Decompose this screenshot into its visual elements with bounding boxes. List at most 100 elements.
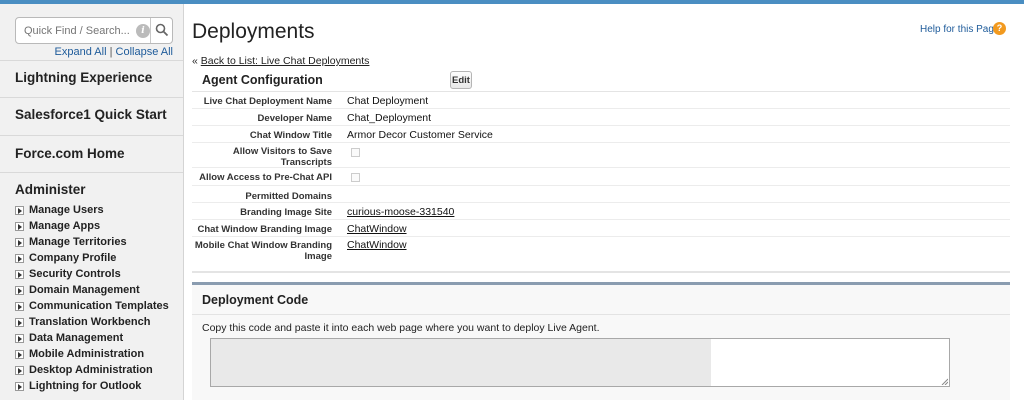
expand-triangle-icon[interactable]	[15, 205, 24, 215]
panel-title: Deployment Code	[202, 293, 309, 307]
expand-triangle-icon[interactable]	[15, 237, 24, 247]
sidebar-item-translation-workbench[interactable]: Translation Workbench	[15, 314, 183, 330]
back-to-list-link[interactable]: Back to List: Live Chat Deployments	[201, 55, 370, 67]
detail-row: Chat Window Branding Image ChatWindow	[192, 220, 1010, 237]
sidebar-section-administer: Administer	[0, 172, 183, 202]
agent-configuration-panel: Agent Configuration Edit Live Chat Deplo…	[192, 68, 1010, 273]
back-prefix: «	[192, 55, 198, 67]
sidebar-item-label: Translation Workbench	[29, 316, 151, 328]
sidebar-item-manage-territories[interactable]: Manage Territories	[15, 234, 183, 250]
sidebar-item-manage-apps[interactable]: Manage Apps	[15, 218, 183, 234]
branding-image-site-link[interactable]: curious-moose-331540	[347, 206, 454, 218]
panel-header: Agent Configuration Edit	[192, 68, 1010, 92]
expand-all-link[interactable]: Expand All	[55, 46, 107, 58]
expand-triangle-icon[interactable]	[15, 285, 24, 295]
detail-value: curious-moose-331540	[347, 206, 454, 218]
breadcrumb: « Back to List: Live Chat Deployments	[192, 55, 369, 67]
detail-value: Chat_Deployment	[347, 112, 432, 124]
sidebar-item-company-profile[interactable]: Company Profile	[15, 250, 183, 266]
deployment-code-panel: Deployment Code Copy this code and paste…	[192, 282, 1010, 400]
expand-triangle-icon[interactable]	[15, 269, 24, 279]
sidebar-item-mobile-administration[interactable]: Mobile Administration	[15, 346, 183, 362]
detail-row: Branding Image Site curious-moose-331540	[192, 203, 1010, 220]
sidebar-item-label: Company Profile	[29, 252, 117, 264]
chat-window-branding-image-link[interactable]: ChatWindow	[347, 223, 407, 235]
sidebar-item-label: Lightning for Outlook	[29, 380, 142, 392]
expand-triangle-icon[interactable]	[15, 381, 24, 391]
info-icon[interactable]: i	[136, 24, 150, 38]
sidebar-item-label: Mobile Administration	[29, 348, 145, 360]
sidebar-item-label: Data Management	[29, 332, 124, 344]
detail-value: ChatWindow	[347, 223, 407, 235]
detail-row: Mobile Chat Window Branding Image ChatWi…	[192, 237, 1010, 263]
detail-value: ChatWindow	[347, 239, 407, 251]
page-title: Deployments	[192, 20, 315, 43]
sidebar-item-lightning-for-outlook[interactable]: Lightning for Outlook	[15, 378, 183, 394]
panel-header: Deployment Code	[192, 285, 1010, 315]
sidebar-item-communication-templates[interactable]: Communication Templates	[15, 298, 183, 314]
expand-triangle-icon[interactable]	[15, 221, 24, 231]
pre-chat-api-checkbox	[351, 173, 360, 182]
sidebar: i Expand All | Collapse All Lightning Ex…	[0, 4, 184, 400]
detail-label: Mobile Chat Window Branding Image	[194, 240, 332, 262]
expand-triangle-icon[interactable]	[15, 317, 24, 327]
help-icon[interactable]: ?	[993, 22, 1006, 35]
detail-label: Live Chat Deployment Name	[203, 96, 332, 107]
save-transcripts-checkbox	[351, 148, 360, 157]
sidebar-item-label: Manage Territories	[29, 236, 127, 248]
expand-triangle-icon[interactable]	[15, 349, 24, 359]
detail-row: Developer Name Chat_Deployment	[192, 109, 1010, 126]
sidebar-item-manage-users[interactable]: Manage Users	[15, 202, 183, 218]
quick-find-input[interactable]	[24, 23, 134, 39]
section-label: Salesforce1 Quick Start	[15, 107, 167, 122]
sidebar-item-label: Communication Templates	[29, 300, 169, 312]
sidebar-section-salesforce1-quick-start[interactable]: Salesforce1 Quick Start	[0, 97, 183, 135]
sidebar-item-label: Domain Management	[29, 284, 140, 296]
section-label: Force.com Home	[15, 146, 125, 161]
deployment-code-textarea[interactable]	[210, 338, 950, 387]
collapse-all-link[interactable]: Collapse All	[116, 46, 173, 58]
administer-list: Manage Users Manage Apps Manage Territor…	[15, 202, 183, 394]
detail-value: Armor Decor Customer Service	[347, 129, 493, 141]
detail-label: Branding Image Site	[240, 207, 332, 218]
sidebar-item-label: Security Controls	[29, 268, 121, 280]
expand-collapse-row: Expand All | Collapse All	[0, 46, 183, 58]
deployment-instructions: Copy this code and paste it into each we…	[202, 322, 600, 334]
mobile-chat-window-branding-image-link[interactable]: ChatWindow	[347, 239, 407, 251]
code-content	[211, 339, 711, 386]
expand-triangle-icon[interactable]	[15, 253, 24, 263]
help-link[interactable]: Help for this Page	[920, 24, 1000, 35]
search-icon	[155, 23, 169, 37]
edit-button[interactable]: Edit	[450, 71, 472, 89]
resize-handle-icon[interactable]	[941, 378, 948, 385]
quick-find-box: i	[15, 17, 173, 44]
sidebar-item-domain-management[interactable]: Domain Management	[15, 282, 183, 298]
detail-label: Developer Name	[257, 113, 332, 124]
sidebar-section-force-com-home[interactable]: Force.com Home	[0, 135, 183, 172]
separator: |	[109, 46, 113, 58]
expand-triangle-icon[interactable]	[15, 333, 24, 343]
detail-row: Live Chat Deployment Name Chat Deploymen…	[192, 92, 1010, 109]
sidebar-item-label: Manage Users	[29, 204, 104, 216]
sidebar-item-label: Desktop Administration	[29, 364, 153, 376]
detail-label: Chat Window Branding Image	[197, 224, 333, 235]
section-label: Administer	[15, 182, 86, 197]
detail-label: Chat Window Title	[249, 130, 332, 141]
sidebar-item-security-controls[interactable]: Security Controls	[15, 266, 183, 282]
detail-label: Permitted Domains	[245, 191, 332, 202]
sidebar-item-desktop-administration[interactable]: Desktop Administration	[15, 362, 183, 378]
detail-row: Allow Access to Pre-Chat API	[192, 168, 1010, 186]
sidebar-item-data-management[interactable]: Data Management	[15, 330, 183, 346]
expand-triangle-icon[interactable]	[15, 301, 24, 311]
detail-value: Chat Deployment	[347, 95, 429, 107]
detail-row: Allow Visitors to Save Transcripts	[192, 143, 1010, 168]
detail-label: Allow Access to Pre-Chat API	[199, 172, 332, 183]
panel-title: Agent Configuration	[202, 73, 323, 87]
sidebar-item-label: Manage Apps	[29, 220, 101, 232]
expand-triangle-icon[interactable]	[15, 365, 24, 375]
section-label: Lightning Experience	[15, 70, 153, 85]
detail-row: Chat Window Title Armor Decor Customer S…	[192, 126, 1010, 143]
detail-row: Permitted Domains	[192, 186, 1010, 203]
sidebar-section-lightning-experience[interactable]: Lightning Experience	[0, 60, 183, 97]
search-button[interactable]	[150, 18, 172, 43]
